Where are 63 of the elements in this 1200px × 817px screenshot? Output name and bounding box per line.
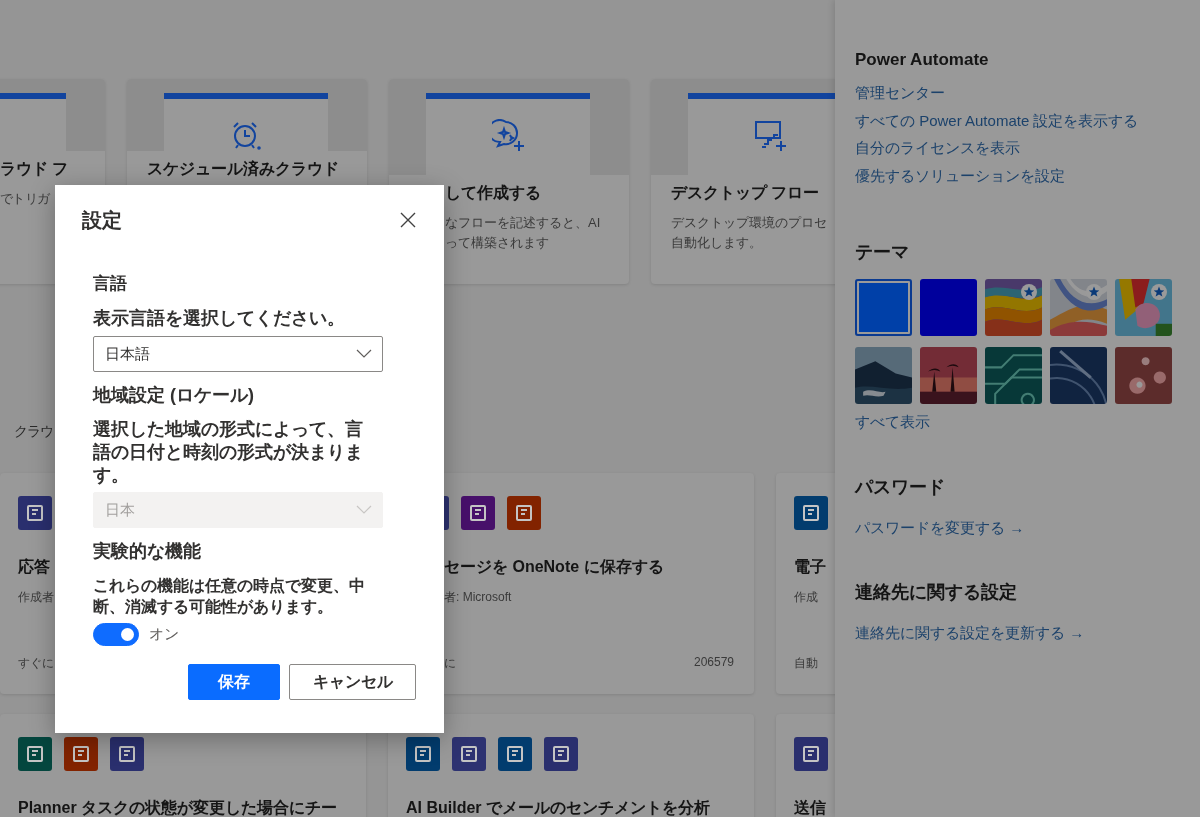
template-description: デスクトップ環境のプロセ <box>671 214 827 232</box>
field-description: 選択した地域の形式によって、言語の日付と時刻の形式が決まります。 <box>93 418 364 487</box>
section-heading: パスワード <box>855 475 945 498</box>
flow-title: 電子 <box>794 557 826 577</box>
theme-tile[interactable] <box>1050 279 1107 336</box>
theme-tile[interactable] <box>920 347 977 404</box>
language-dropdown[interactable]: 日本語 <box>93 336 383 372</box>
monitor-plus-icon <box>754 119 786 151</box>
theme-tile[interactable] <box>1115 347 1172 404</box>
author-text: 作成者 <box>18 589 54 606</box>
flow-card[interactable]: 電子 作成 自動 <box>776 473 835 694</box>
template-description: って構築されます <box>445 234 549 252</box>
template-description: 自動化します。 <box>671 234 762 252</box>
author-text: 作成 <box>794 589 818 606</box>
section-heading: テーマ <box>855 241 909 263</box>
flow-title: 応答 <box>18 557 50 577</box>
template-title: ラウド フ <box>0 159 69 179</box>
template-card[interactable]: デスクトップ フロー デスクトップ環境のプロセ 自動化します。 <box>651 79 835 284</box>
toggle-label: オン <box>149 625 179 644</box>
show-all-link[interactable]: すべて表示 <box>855 408 930 436</box>
field-description: これらの機能は任意の時点で変更、中断、消滅する可能性があります。 <box>93 576 366 617</box>
theme-tile[interactable] <box>1115 279 1172 336</box>
close-button[interactable] <box>398 210 418 230</box>
theme-tile[interactable] <box>855 279 912 336</box>
theme-tile[interactable] <box>855 347 912 404</box>
template-title: スケジュール済みクラウド <box>147 159 339 179</box>
section-label: クラウ <box>14 422 53 441</box>
chat-sparkle-icon <box>492 119 524 151</box>
trigger-type: 自動 <box>794 655 818 672</box>
trigger-type: すぐに <box>18 655 54 672</box>
theme-tile[interactable] <box>920 279 977 336</box>
section-heading: 連絡先に関する設定 <box>855 581 1017 603</box>
flow-title: 送信 <box>794 798 826 817</box>
settings-link[interactable]: 優先するソリューションを設定 <box>855 161 1065 189</box>
field-heading: 実験的な機能 <box>93 540 201 562</box>
change-password-link[interactable]: パスワードを変更する → <box>855 513 1025 541</box>
template-description: なフローを記述すると、AI <box>445 214 601 232</box>
section-heading: Power Automate <box>855 49 989 71</box>
theme-tile[interactable] <box>1050 347 1107 404</box>
chevron-down-icon <box>356 349 372 359</box>
theme-tile[interactable] <box>985 347 1042 404</box>
settings-link[interactable]: すべての Power Automate 設定を表示する <box>855 106 1139 134</box>
flow-title: AI Builder でメールのセンチメントを分析 <box>406 798 710 817</box>
flow-card[interactable]: 送信 <box>776 714 835 817</box>
chevron-down-icon <box>356 505 372 515</box>
field-label: 表示言語を選択してください。 <box>93 307 345 329</box>
toggle-switch[interactable] <box>93 623 139 646</box>
template-description: でトリガ <box>0 191 50 208</box>
author-text: 者: Microsoft <box>444 589 512 606</box>
settings-link[interactable]: 管理センター <box>855 79 945 107</box>
usage-count: 206579 <box>693 655 734 671</box>
trigger-type: に <box>444 655 456 672</box>
field-heading: 地域設定 (ロケール) <box>93 384 254 406</box>
flow-title: セージを OneNote に保存する <box>444 557 664 577</box>
cancel-button[interactable]: キャンセル <box>289 664 416 700</box>
template-title: して作成する <box>445 183 541 203</box>
contact-settings-link[interactable]: 連絡先に関する設定を更新する → <box>855 619 1085 647</box>
save-button[interactable]: 保存 <box>188 664 280 700</box>
settings-link[interactable]: 自分のライセンスを表示 <box>855 134 1020 162</box>
flow-title: Planner タスクの状態が変更した場合にチー <box>18 798 338 817</box>
template-title: デスクトップ フロー <box>671 183 820 203</box>
theme-tile[interactable] <box>985 279 1042 336</box>
flow-card[interactable]: AI Builder でメールのセンチメントを分析 <box>388 714 754 817</box>
